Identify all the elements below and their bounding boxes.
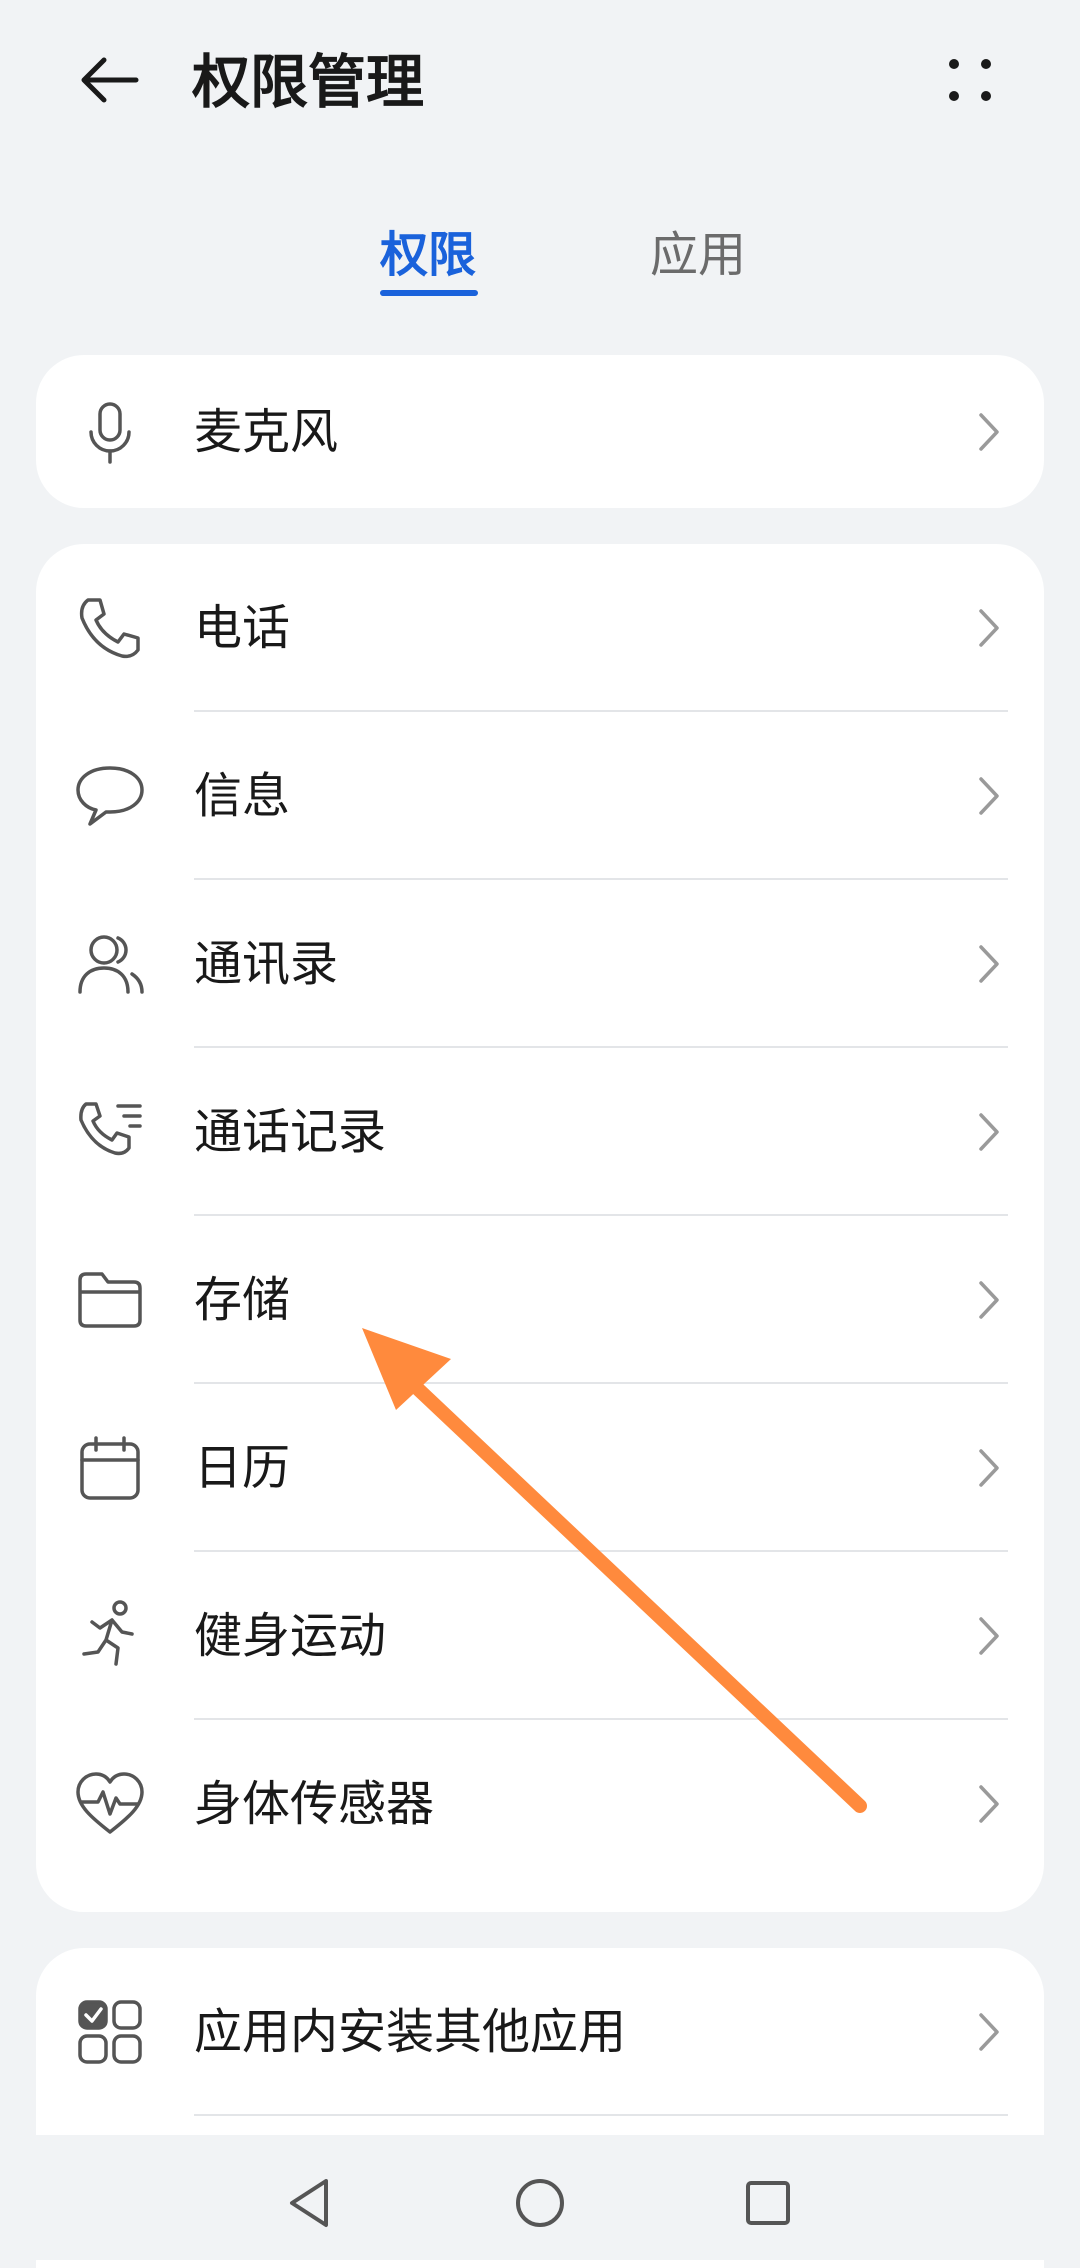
permission-label: 信息 (194, 768, 291, 824)
back-button[interactable] (70, 40, 150, 120)
row-divider (194, 2114, 1008, 2116)
chevron-right-icon (970, 1438, 1010, 1498)
page-title: 权限管理 (192, 48, 425, 116)
chevron-right-icon (970, 1606, 1010, 1666)
nav-recents-button[interactable] (728, 2163, 808, 2243)
more-options-button[interactable] (930, 40, 1010, 120)
permission-item-microphone[interactable]: 麦克风 (36, 355, 1044, 508)
chevron-right-icon (970, 598, 1010, 658)
permission-card-top: 麦克风 (36, 355, 1044, 508)
nav-recents-icon (746, 2181, 790, 2225)
permission-item-body-sensors[interactable]: 身体传感器 (36, 1720, 1044, 1888)
chevron-right-icon (970, 1774, 1010, 1834)
permission-item-call-log[interactable]: 通话记录 (36, 1048, 1044, 1216)
nav-back-button[interactable] (270, 2163, 350, 2243)
chevron-right-icon (970, 1270, 1010, 1330)
permission-item-calendar[interactable]: 日历 (36, 1384, 1044, 1552)
permission-label: 存储 (194, 1272, 291, 1328)
permission-label: 通讯录 (194, 936, 339, 992)
tab-apps[interactable]: 应用 (650, 220, 746, 290)
permission-card-main: 电话 信息 通讯录 通话记录 存储 日历 健身运动 身体传感器 (36, 544, 1044, 1912)
heart-rate-icon (72, 1766, 148, 1842)
system-nav-bar (0, 2135, 1080, 2260)
permission-item-contacts[interactable]: 通讯录 (36, 880, 1044, 1048)
active-tab-indicator (380, 290, 478, 296)
permission-item-install-apps[interactable]: 应用内安装其他应用 (36, 1948, 1044, 2116)
top-bar: 权限管理 (0, 0, 1080, 170)
message-icon (72, 758, 148, 834)
call-log-icon (72, 1094, 148, 1170)
permission-label: 麦克风 (194, 403, 339, 460)
permission-label: 应用内安装其他应用 (194, 2004, 627, 2060)
nav-home-icon (516, 2179, 564, 2227)
chevron-right-icon (970, 766, 1010, 826)
permission-label: 通话记录 (194, 1104, 387, 1160)
back-arrow-icon (81, 57, 139, 103)
permission-item-phone[interactable]: 电话 (36, 544, 1044, 712)
permission-label: 身体传感器 (194, 1776, 435, 1832)
chevron-right-icon (970, 402, 1010, 462)
chevron-right-icon (970, 934, 1010, 994)
more-dots-icon (949, 59, 991, 101)
permission-label: 电话 (194, 600, 291, 656)
tab-bar: 权限 应用 (0, 210, 1080, 310)
chevron-right-icon (970, 1102, 1010, 1162)
contacts-icon (72, 926, 148, 1002)
calendar-icon (72, 1430, 148, 1506)
permission-label: 健身运动 (194, 1608, 387, 1664)
nav-back-icon (290, 2179, 328, 2227)
running-icon (72, 1598, 148, 1674)
tab-permissions[interactable]: 权限 (380, 220, 476, 290)
folder-icon (72, 1262, 148, 1338)
permission-item-fitness[interactable]: 健身运动 (36, 1552, 1044, 1720)
nav-home-button[interactable] (500, 2163, 580, 2243)
microphone-icon (72, 394, 148, 470)
app-install-icon (72, 1994, 148, 2070)
phone-icon (72, 590, 148, 666)
chevron-right-icon (970, 2002, 1010, 2062)
permission-item-storage[interactable]: 存储 (36, 1216, 1044, 1384)
permission-label: 日历 (194, 1440, 291, 1496)
permission-item-messages[interactable]: 信息 (36, 712, 1044, 880)
